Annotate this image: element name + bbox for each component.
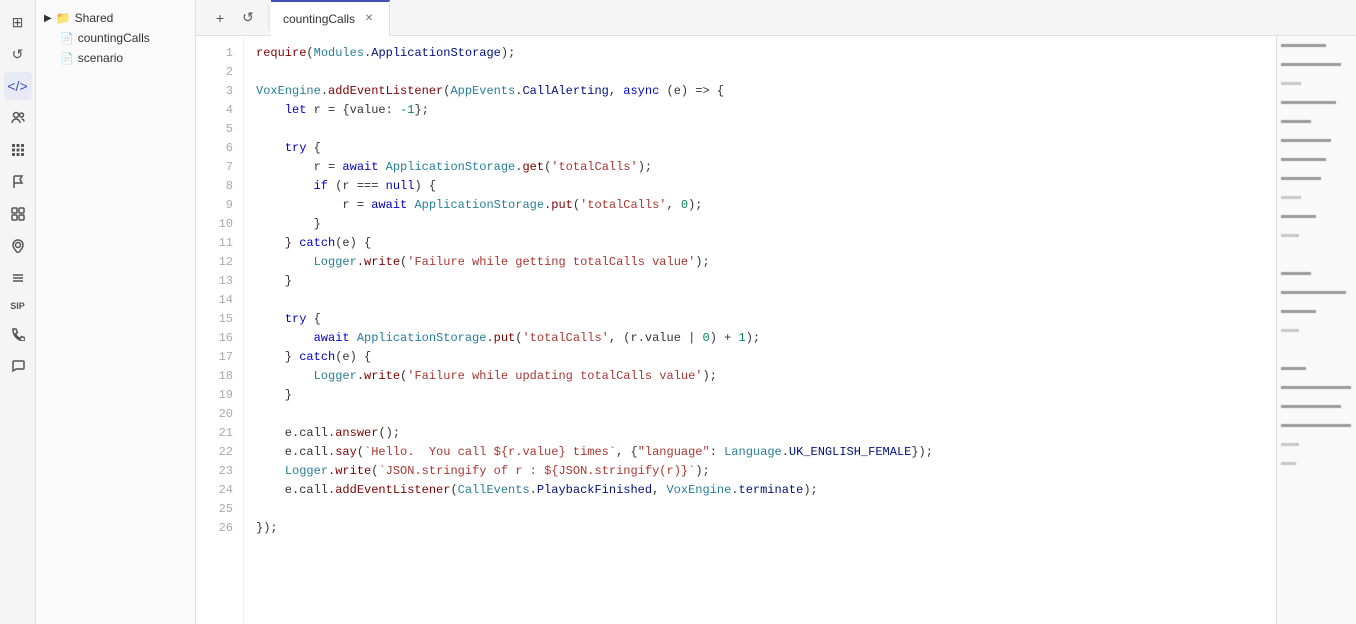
line-num-4: 4 [196, 101, 243, 120]
line-num-15: 15 [196, 310, 243, 329]
line-num-11: 11 [196, 234, 243, 253]
line-num-5: 5 [196, 120, 243, 139]
flag-icon[interactable] [4, 168, 32, 196]
line-numbers: 1 2 3 4 5 6 7 8 9 10 11 12 13 14 15 16 1… [196, 36, 244, 624]
grid-icon[interactable]: ⊞ [4, 8, 32, 36]
line-num-17: 17 [196, 348, 243, 367]
chevron-right-icon: ▶ [44, 13, 52, 24]
history-icon[interactable]: ↺ [4, 40, 32, 68]
minimap[interactable] [1276, 36, 1356, 624]
line-num-13: 13 [196, 272, 243, 291]
line-num-19: 19 [196, 386, 243, 405]
line-num-26: 26 [196, 519, 243, 538]
chat-icon[interactable] [4, 352, 32, 380]
line-num-8: 8 [196, 177, 243, 196]
line-num-22: 22 [196, 443, 243, 462]
folder-label: Shared [75, 11, 114, 25]
line-num-3: 3 [196, 82, 243, 101]
line-num-14: 14 [196, 291, 243, 310]
sip-icon[interactable]: SIP [4, 296, 32, 316]
file-icon-2: 📄 [60, 52, 74, 65]
editor-area: 1 2 3 4 5 6 7 8 9 10 11 12 13 14 15 16 1… [196, 36, 1356, 624]
code-editor[interactable]: require(Modules.ApplicationStorage); Vox… [244, 36, 1276, 624]
folder-icon: 📁 [56, 11, 71, 25]
line-num-7: 7 [196, 158, 243, 177]
tab-label: countingCalls [283, 12, 355, 26]
folder-shared[interactable]: ▶ 📁 Shared [36, 8, 195, 28]
tab-actions: + ↺ [200, 6, 269, 30]
line-num-18: 18 [196, 367, 243, 386]
line-num-1: 1 [196, 44, 243, 63]
line-num-20: 20 [196, 405, 243, 424]
tab-close-button[interactable]: ✕ [361, 11, 377, 27]
tab-counting-calls[interactable]: countingCalls ✕ [271, 0, 390, 36]
file-icon: 📄 [60, 32, 74, 45]
phone-icon[interactable] [4, 320, 32, 348]
users-icon[interactable] [4, 104, 32, 132]
line-num-25: 25 [196, 500, 243, 519]
refresh-button[interactable]: ↺ [236, 6, 260, 30]
line-num-21: 21 [196, 424, 243, 443]
line-num-9: 9 [196, 196, 243, 215]
file-sidebar: ▶ 📁 Shared 📄 countingCalls 📄 scenario [36, 0, 196, 624]
file-label: countingCalls [78, 31, 150, 45]
line-num-6: 6 [196, 139, 243, 158]
code-icon[interactable]: </> [4, 72, 32, 100]
file-scenario[interactable]: 📄 scenario [36, 48, 195, 68]
location-icon[interactable] [4, 232, 32, 260]
line-num-16: 16 [196, 329, 243, 348]
list-icon[interactable] [4, 264, 32, 292]
file-label-2: scenario [78, 51, 123, 65]
line-num-10: 10 [196, 215, 243, 234]
puzzle-icon[interactable] [4, 200, 32, 228]
line-num-24: 24 [196, 481, 243, 500]
line-num-2: 2 [196, 63, 243, 82]
add-tab-button[interactable]: + [208, 6, 232, 30]
line-num-12: 12 [196, 253, 243, 272]
icon-sidebar: ⊞ ↺ </> [0, 0, 36, 624]
apps-icon[interactable] [4, 136, 32, 164]
main-area: + ↺ countingCalls ✕ 1 2 3 4 5 6 7 8 9 10… [196, 0, 1356, 624]
tab-bar: + ↺ countingCalls ✕ [196, 0, 1356, 36]
file-countingcalls[interactable]: 📄 countingCalls [36, 28, 195, 48]
line-num-23: 23 [196, 462, 243, 481]
